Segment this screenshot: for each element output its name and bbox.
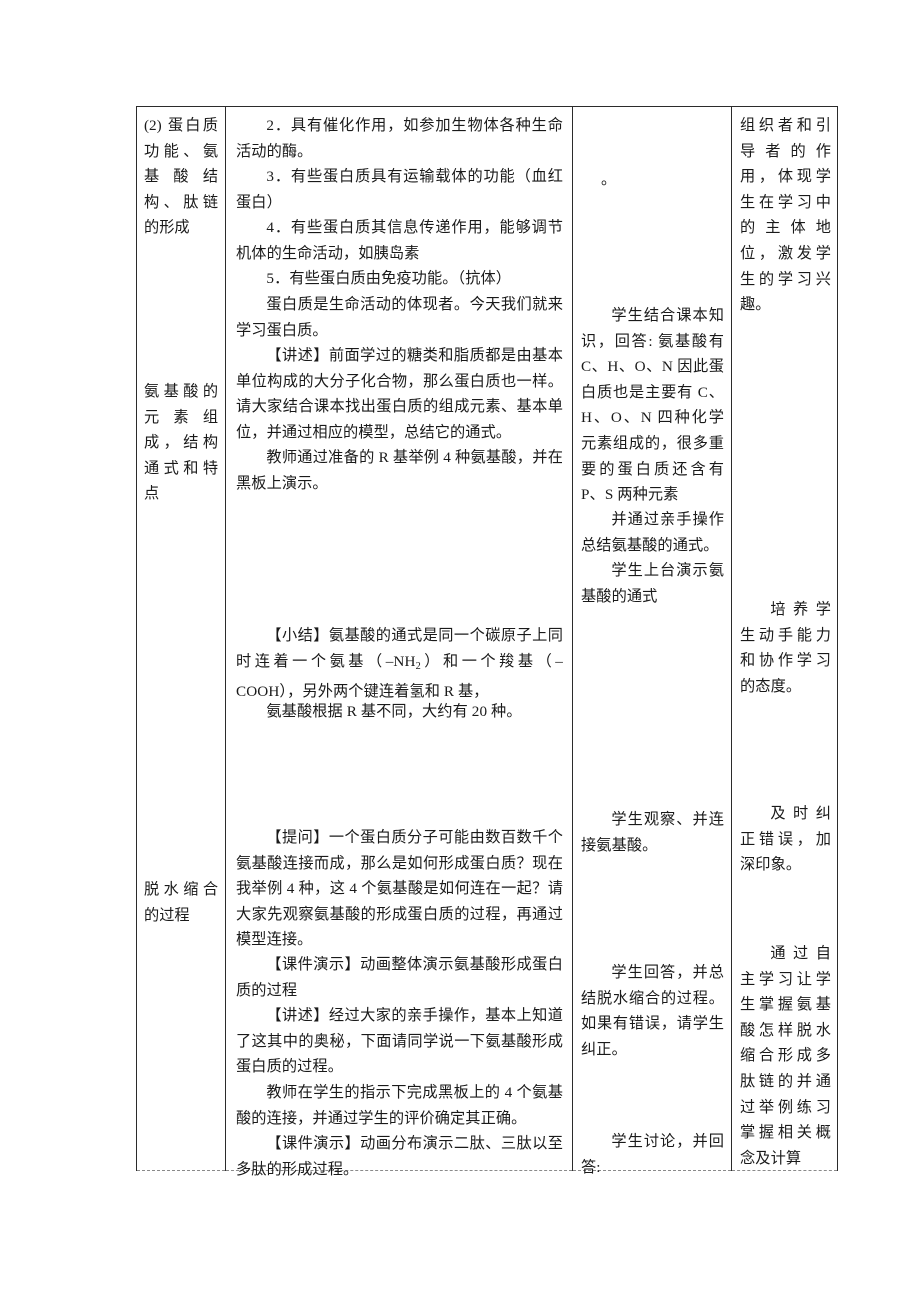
student-block-answer-summary: 学生回答，并总结脱水缩合的过程。如果有错误，请学生纠正。 [581, 964, 724, 1058]
intent-block-correct-errors: 及时纠正错误，加深印象。 [740, 805, 831, 874]
stage-label-protein-function: (2) 蛋白质功能、氨基酸结构、肽链的形成 [144, 117, 218, 237]
intent-block-handson-ability: 培养学生动手能力和协作学习的态度。 [740, 601, 831, 695]
intent-cell-inner: 组织者和引导者的作用，体现学生在学习中的主体地位，激发学生的学习兴趣。 培养学生… [732, 107, 837, 1170]
teaching-stage-cell: (2) 蛋白质功能、氨基酸结构、肽链的形成 氨基酸的元素组成，结构通式和特点 脱… [136, 106, 226, 1171]
teacher-block-r-group-demo: 教师通过准备的 R 基举例 4 种氨基酸，并在黑板上演示。 [236, 449, 563, 492]
teacher-block-blackboard-connection: 教师在学生的指示下完成黑板上的 4 个氨基酸的连接，并通过学生的评价确定其正确。 [236, 1084, 563, 1127]
teacher-block-signalling: 4．有些蛋白质其信息传递作用，能够调节机体的生命活动，如胰岛素 [236, 219, 563, 262]
teacher-block-lecture-intro: 【讲述】前面学过的糖类和脂质都是由基本单位构成的大分子化合物，那么蛋白质也一样。… [236, 347, 563, 441]
student-block-observe-connect: 学生观察、并连接氨基酸。 [581, 811, 724, 854]
lesson-plan-table: (2) 蛋白质功能、氨基酸结构、肽链的形成 氨基酸的元素组成，结构通式和特点 脱… [136, 106, 838, 1178]
student-block-stage-demo: 学生上台演示氨基酸的通式 [581, 562, 724, 605]
teacher-block-transport: 3．有些蛋白质具有运输载体的功能（血红蛋白） [236, 168, 563, 211]
teacher-block-courseware-animation: 【课件演示】动画整体演示氨基酸形成蛋白质的过程 [236, 956, 563, 999]
teacher-activity-cell: 2．具有催化作用，如参加生物体各种生命活动的酶。 3．有些蛋白质具有运输载体的功… [225, 106, 573, 1178]
document-page: (2) 蛋白质功能、氨基酸结构、肽链的形成 氨基酸的元素组成，结构通式和特点 脱… [0, 0, 920, 1302]
student-activity-cell: 。 学生结合课本知识，回答: 氨基酸有 C、H、O、N 因此蛋白质也是主要有 C… [572, 106, 732, 1176]
table-row: (2) 蛋白质功能、氨基酸结构、肽链的形成 氨基酸的元素组成，结构通式和特点 脱… [136, 106, 838, 1178]
design-intent-cell: 组织者和引导者的作用，体现学生在学习中的主体地位，激发学生的学习兴趣。 培养学生… [731, 106, 838, 1171]
teacher-block-protein-embodiment: 蛋白质是生命活动的体现者。今天我们就来学习蛋白质。 [236, 296, 563, 339]
teacher-block-summary-formula: 【小结】氨基酸的通式是同一个碳原子上同时连着一个氨基（–NH2）和一个羧基（–C… [226, 623, 572, 705]
teacher-block-20-kinds: 氨基酸根据 R 基不同，大约有 20 种。 [266, 703, 522, 720]
teacher-block-lecture-handson: 【讲述】经过大家的亲手操作，基本上知道了这其中的奥秘，下面请同学说一下氨基酸形成… [236, 1007, 563, 1076]
teacher-block-immunity: 5．有些蛋白质由免疫功能。（抗体） [266, 270, 512, 287]
stage-cell-inner: (2) 蛋白质功能、氨基酸结构、肽链的形成 氨基酸的元素组成，结构通式和特点 脱… [137, 107, 225, 1170]
teacher-block-question-protein-formation: 【提问】一个蛋白质分子可能由数百数千个氨基酸连接而成，那么是如何形成蛋白质？现在… [236, 829, 563, 949]
student-block-discussion: 学生讨论，并回答: [581, 1133, 724, 1176]
teacher-block-catalysis: 2．具有催化作用，如参加生物体各种生命活动的酶。 [236, 117, 563, 160]
student-stray-period: 。 [601, 171, 617, 188]
student-block-elements-answer: 学生结合课本知识，回答: 氨基酸有 C、H、O、N 因此蛋白质也是主要有 C、H… [581, 307, 724, 504]
student-cell-inner: 。 学生结合课本知识，回答: 氨基酸有 C、H、O、N 因此蛋白质也是主要有 C… [573, 107, 731, 1176]
stage-label-dehydration-condensation: 脱水缩合的过程 [144, 881, 218, 924]
teacher-block-courseware-peptides: 【课件演示】动画分布演示二肽、三肽以至多肽的形成过程。 [236, 1135, 563, 1178]
intent-block-autonomous-learning: 通过自主学习让学生掌握氨基酸怎样脱水缩合形成多肽链的并通过举例练习掌握相关概念及… [740, 945, 831, 1167]
teacher-cell-inner: 2．具有催化作用，如参加生物体各种生命活动的酶。 3．有些蛋白质具有运输载体的功… [226, 107, 572, 1178]
intent-block-organizer-role: 组织者和引导者的作用，体现学生在学习中的主体地位，激发学生的学习兴趣。 [740, 117, 831, 314]
stage-label-amino-acid-elements: 氨基酸的元素组成，结构通式和特点 [144, 383, 218, 503]
student-block-handson-summary: 并通过亲手操作总结氨基酸的通式。 [581, 511, 724, 554]
